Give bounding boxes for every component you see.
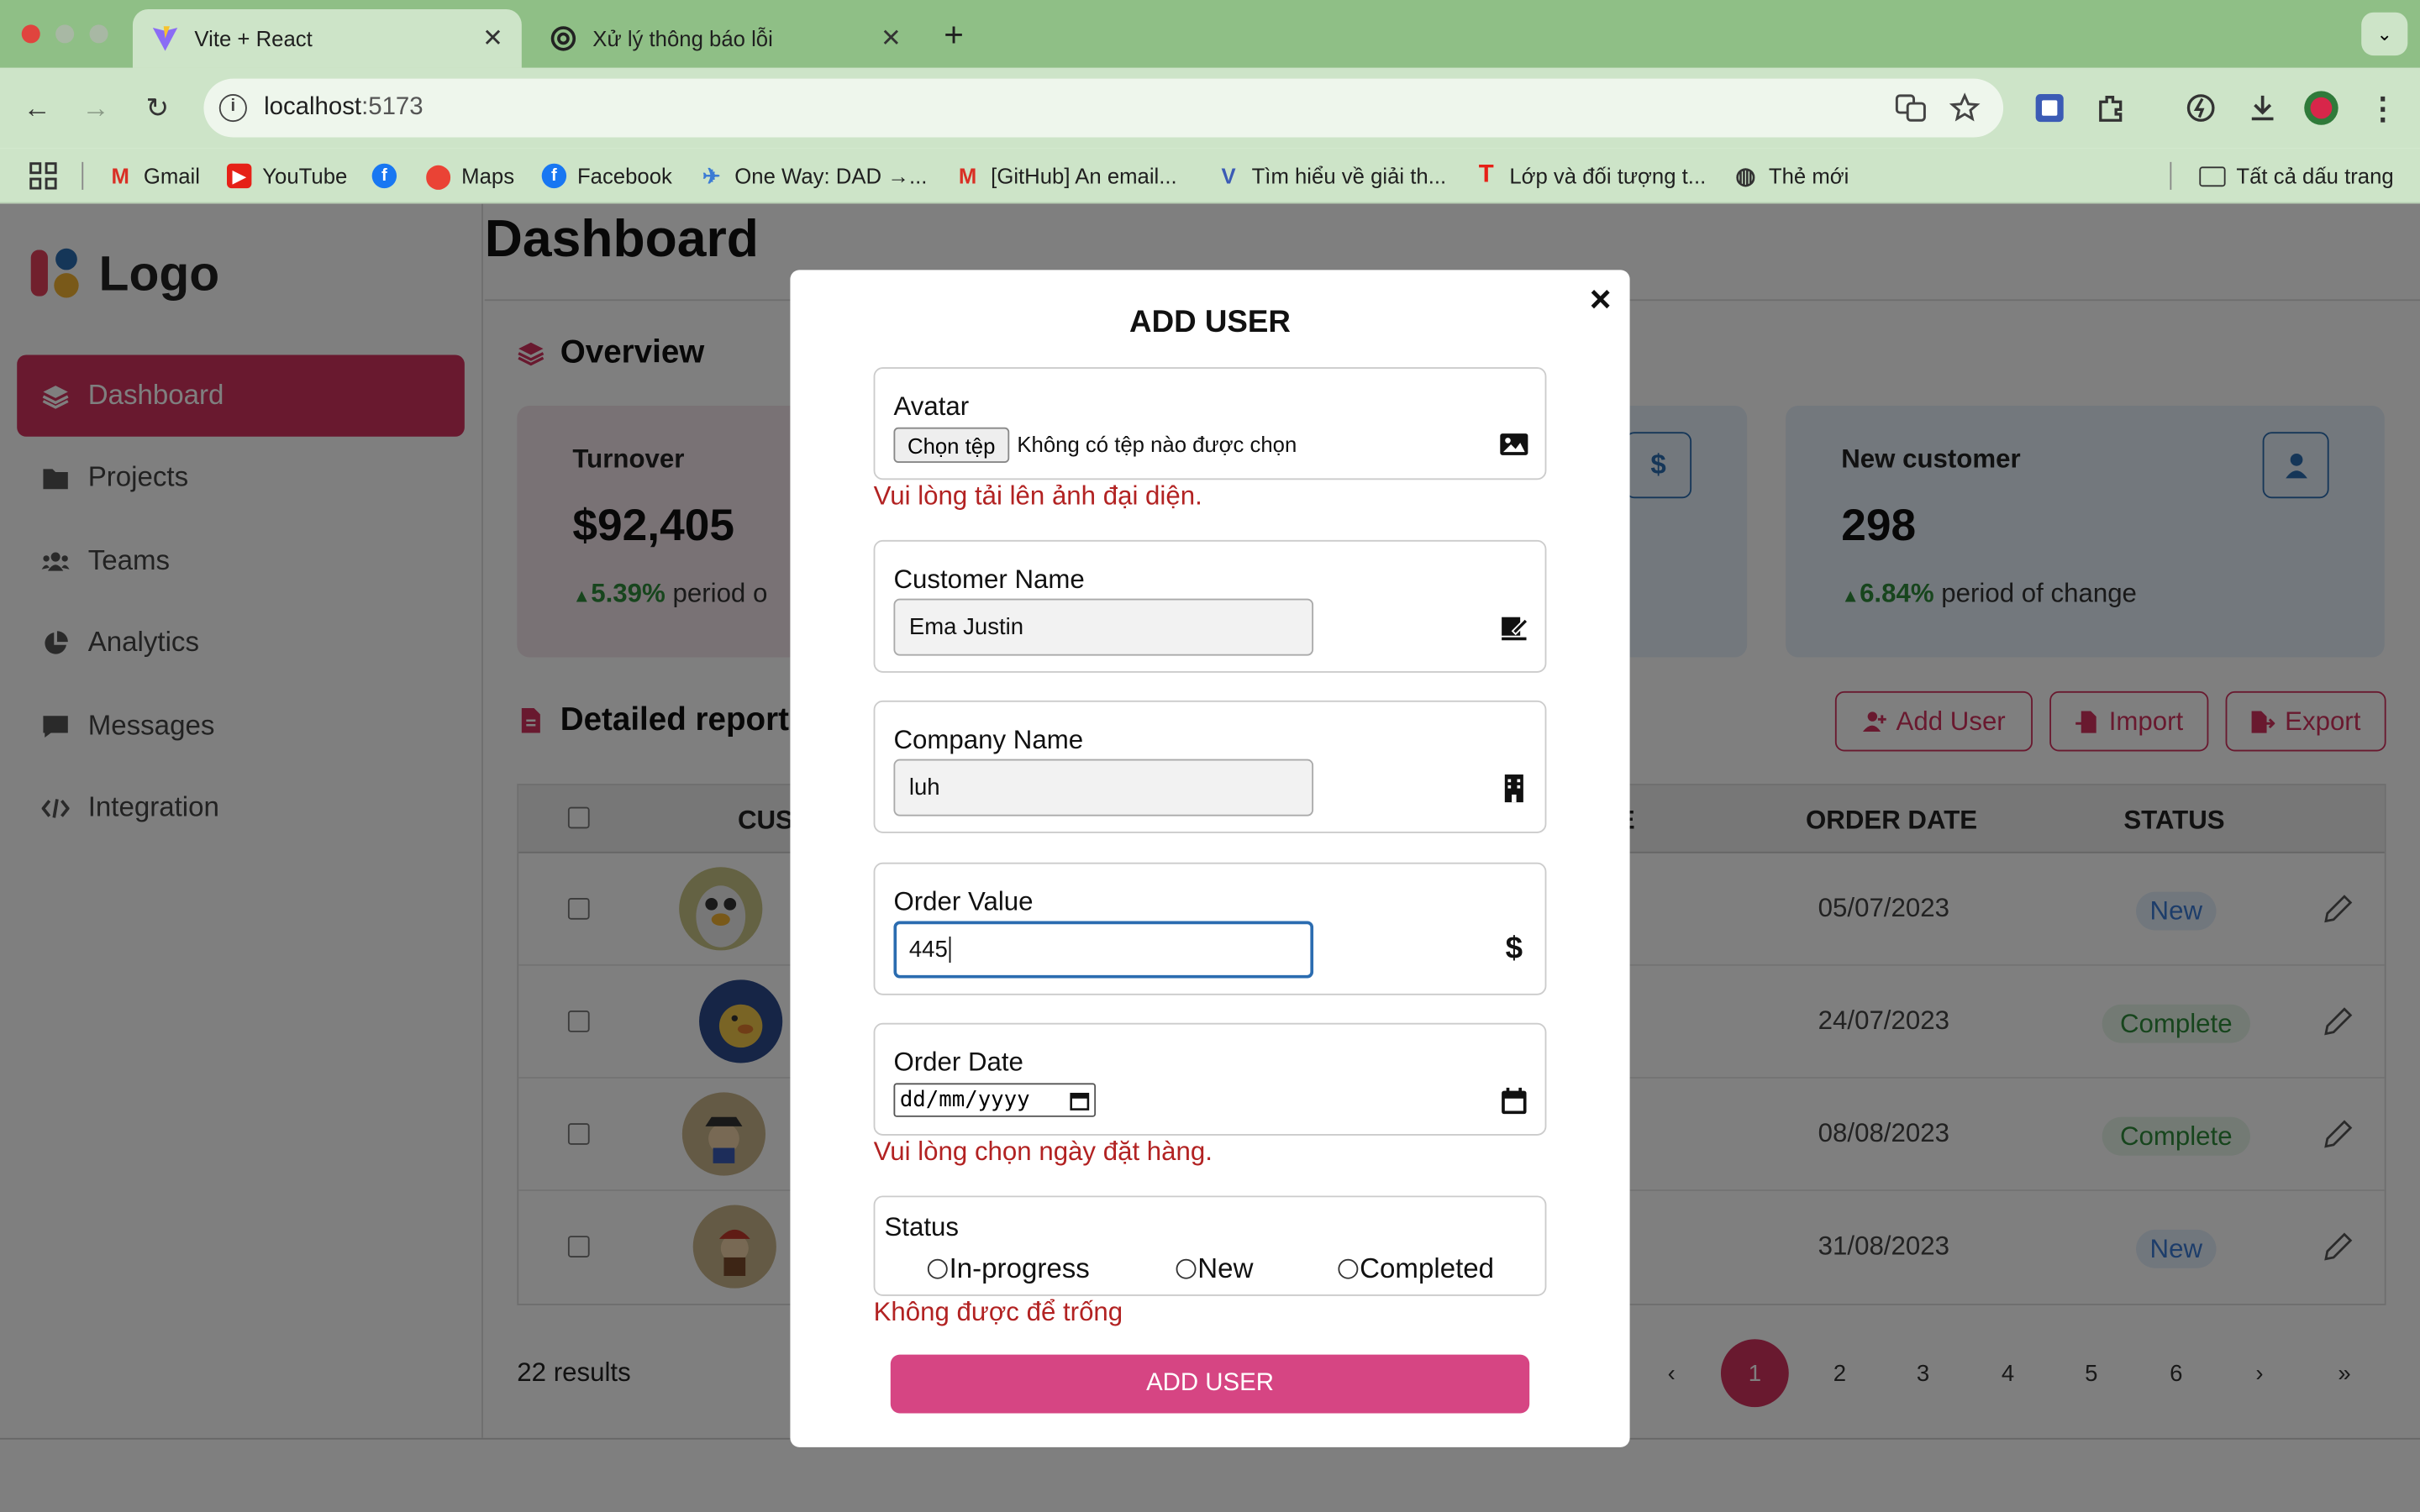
tab-title: Vite + React (194, 26, 313, 51)
add-user-modal: × ADD USER Avatar Chọn tệp Không có tệp … (790, 270, 1630, 1447)
t-icon: T (1478, 161, 1494, 189)
bookmarks-divider (2170, 161, 2172, 190)
puzzle-icon[interactable] (2093, 90, 2130, 127)
folder-icon (2199, 165, 2226, 186)
status-error: Không được để trống (873, 1297, 1123, 1327)
browser-tab-strip: Vite + React ✕ Xử lý thông báo lỗi ✕ + ⌄ (0, 0, 2420, 68)
bookmark-star-icon[interactable] (1949, 92, 1981, 123)
status-option-in-progress[interactable]: In-progress (927, 1252, 1090, 1285)
bookmark-github-email[interactable]: M [GitHub] An email... (955, 160, 1177, 192)
bookmark-tim-hieu[interactable]: V Tìm hiểu về giải th... (1216, 160, 1446, 192)
translate-icon[interactable] (1895, 92, 1927, 123)
v-icon: V (1221, 163, 1236, 189)
window-close-dot[interactable] (21, 24, 40, 44)
text-caret (949, 936, 951, 963)
globe-icon: ◍ (1735, 163, 1756, 190)
add-user-submit-button[interactable]: ADD USER (890, 1354, 1530, 1414)
bookmark-lop-doi-tuong[interactable]: T Lớp và đối tượng t... (1474, 160, 1706, 192)
vite-icon (151, 24, 179, 52)
gmail-icon: M (958, 163, 977, 189)
bird-icon: ✈ (702, 162, 721, 188)
modal-title: ADD USER (1129, 305, 1291, 340)
customer-name-label: Customer Name (893, 564, 1085, 595)
customer-name-input[interactable]: Ema Justin (893, 598, 1314, 656)
url-text[interactable]: localhost:5173 (264, 94, 424, 122)
forward-arrow-icon[interactable]: → (77, 90, 114, 127)
order-date-field: Order Date dd/mm/yyyy (873, 1022, 1547, 1136)
bookmark-facebook-icon-only[interactable]: f (371, 160, 408, 192)
browser-menu-icon[interactable]: ⋮ (2365, 90, 2402, 127)
status-option-new[interactable]: New (1176, 1252, 1253, 1285)
dollar-icon: $ (1505, 932, 1523, 966)
status-field: Status In-progress New Completed (873, 1195, 1547, 1296)
site-info-icon[interactable]: i (218, 94, 247, 123)
screen: Vite + React ✕ Xử lý thông báo lỗi ✕ + ⌄… (0, 0, 2420, 1512)
tab-close-icon[interactable]: ✕ (881, 24, 902, 55)
performance-icon[interactable] (2182, 90, 2219, 127)
order-value-field: Order Value 445 $ (873, 862, 1547, 995)
tab-error-handling[interactable]: Xử lý thông báo lỗi ✕ (531, 9, 920, 68)
bookmark-one-way[interactable]: ✈ One Way: DAD →... (699, 160, 927, 192)
calendar-icon (1502, 1087, 1527, 1115)
browser-toolbar: ← → ↻ i localhost:5173 ⋮ (0, 67, 2420, 149)
window-minimize-dot[interactable] (55, 24, 75, 44)
gmail-icon: M (111, 163, 129, 189)
radio-button[interactable] (927, 1258, 948, 1279)
status-option-completed[interactable]: Completed (1338, 1252, 1494, 1285)
order-value-input[interactable]: 445 (893, 921, 1314, 979)
all-bookmarks-folder[interactable]: Tất cả dấu trang (2199, 160, 2394, 192)
address-bar[interactable]: i localhost:5173 (203, 78, 2004, 138)
tab-vite-react[interactable]: Vite + React ✕ (132, 9, 522, 68)
window-maximize-dot[interactable] (89, 24, 108, 44)
signature-icon (1502, 617, 1529, 641)
calendar-picker-icon[interactable] (1070, 1090, 1090, 1110)
company-name-label: Company Name (893, 725, 1084, 755)
choose-file-button[interactable]: Chọn tệp (893, 427, 1009, 464)
openai-icon (550, 24, 577, 52)
bookmark-gmail[interactable]: M Gmail (108, 160, 200, 192)
facebook-icon: f (541, 163, 567, 189)
bookmarks-divider (82, 161, 84, 190)
download-icon[interactable] (2244, 90, 2281, 127)
new-tab-icon[interactable]: + (939, 15, 970, 55)
bookmark-the-moi[interactable]: ◍ Thẻ mới (1733, 160, 1849, 192)
order-value-label: Order Value (893, 887, 1034, 917)
bookmark-youtube[interactable]: ▶ YouTube (227, 160, 347, 192)
extension-icon-1[interactable] (2031, 90, 2068, 127)
order-date-label: Order Date (893, 1047, 1023, 1078)
order-date-error: Vui lòng chọn ngày đặt hàng. (873, 1137, 1213, 1167)
avatar-field: Avatar Chọn tệp Không có tệp nào được ch… (873, 367, 1547, 480)
bookmark-maps[interactable]: ⬤ Maps (425, 160, 514, 192)
tab-search-chevron-icon[interactable]: ⌄ (2361, 12, 2408, 56)
status-label: Status (884, 1212, 959, 1242)
profile-avatar-icon[interactable] (2302, 90, 2339, 127)
tab-title: Xử lý thông báo lỗi (592, 26, 773, 51)
company-name-field: Company Name luh (873, 700, 1547, 833)
youtube-icon: ▶ (227, 163, 252, 189)
back-arrow-icon[interactable]: ← (18, 90, 55, 127)
customer-name-field: Customer Name Ema Justin (873, 539, 1547, 673)
company-name-input[interactable]: luh (893, 759, 1314, 816)
bookmark-facebook[interactable]: f Facebook (541, 160, 672, 192)
image-icon (1500, 433, 1528, 455)
building-icon (1504, 774, 1523, 803)
reload-icon[interactable]: ↻ (139, 90, 176, 127)
radio-button[interactable] (1338, 1258, 1359, 1279)
maps-pin-icon: ⬤ (425, 163, 452, 190)
avatar-label: Avatar (893, 391, 970, 422)
facebook-icon: f (371, 163, 397, 189)
tab-close-icon[interactable]: ✕ (482, 24, 503, 55)
bookmarks-bar: M Gmail ▶ YouTube f ⬤ Maps f Facebook ✈ One W… (0, 148, 2420, 204)
apps-grid-icon[interactable] (29, 160, 57, 192)
radio-button[interactable] (1176, 1258, 1197, 1279)
order-date-input[interactable]: dd/mm/yyyy (893, 1083, 1097, 1117)
avatar-error: Vui lòng tải lên ảnh đại diện. (873, 481, 1202, 511)
file-status: Không có tệp nào được chọn (1017, 432, 1297, 457)
